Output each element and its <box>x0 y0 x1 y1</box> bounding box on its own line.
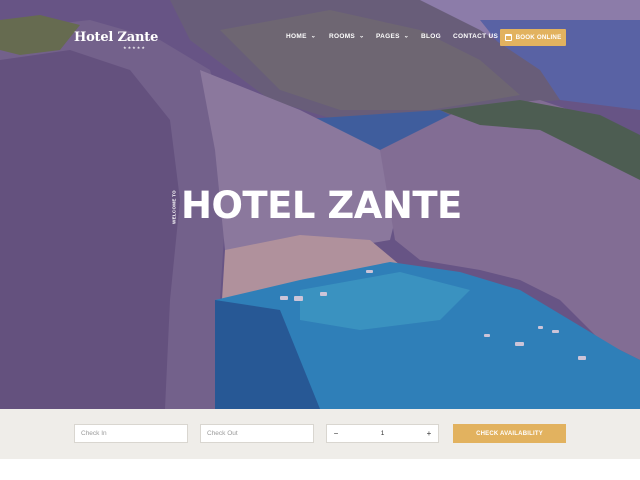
check-in-field[interactable]: Check In <box>74 424 188 443</box>
nav-rooms-label: ROOMS <box>329 33 356 40</box>
book-online-label: BOOK ONLINE <box>515 34 562 41</box>
welcome-vertical-text: WELCOME TO <box>170 189 178 224</box>
welcome-text: WELCOME TO <box>171 189 177 224</box>
decrement-button[interactable]: − <box>327 429 345 438</box>
chevron-down-icon: ⌄ <box>310 33 317 40</box>
booking-bar: Check In Check Out − 1 + CHECK AVAILABIL… <box>0 409 640 459</box>
nav-home[interactable]: HOME ⌄ <box>286 33 316 40</box>
top-navbar: Hotel Zante ★★★★★ HOME ⌄ ROOMS ⌄ PAGES ⌄ BL… <box>0 0 640 70</box>
site-logo[interactable]: Hotel Zante <box>74 30 158 45</box>
nav-blog[interactable]: BLOG <box>421 33 441 40</box>
nav-blog-label: BLOG <box>421 33 441 40</box>
calendar-icon <box>504 34 512 41</box>
nav-contact-us[interactable]: CONTACT US <box>453 33 498 40</box>
book-online-button[interactable]: BOOK ONLINE <box>500 29 566 46</box>
check-availability-label: CHECK AVAILABILITY <box>476 430 543 437</box>
check-out-placeholder: Check Out <box>207 430 238 437</box>
nav-contact-us-label: CONTACT US <box>453 33 499 40</box>
nav-rooms[interactable]: ROOMS ⌄ <box>329 33 364 40</box>
hero-title: HOTEL ZANTE <box>181 184 462 227</box>
check-in-placeholder: Check In <box>81 430 107 437</box>
chevron-down-icon: ⌄ <box>403 33 410 40</box>
page-content-start <box>0 459 640 480</box>
nav-pages[interactable]: PAGES ⌄ <box>376 33 409 40</box>
guests-value[interactable]: 1 <box>345 430 420 437</box>
guests-stepper: − 1 + <box>326 424 439 443</box>
increment-button[interactable]: + <box>420 429 438 438</box>
logo-stars: ★★★★★ <box>123 45 146 50</box>
hero-section: Hotel Zante ★★★★★ HOME ⌄ ROOMS ⌄ PAGES ⌄ BL… <box>0 0 640 409</box>
nav-pages-label: PAGES <box>376 33 400 40</box>
nav-home-label: HOME <box>286 33 307 40</box>
check-out-field[interactable]: Check Out <box>200 424 314 443</box>
chevron-down-icon: ⌄ <box>359 33 365 40</box>
check-availability-button[interactable]: CHECK AVAILABILITY <box>453 424 566 443</box>
